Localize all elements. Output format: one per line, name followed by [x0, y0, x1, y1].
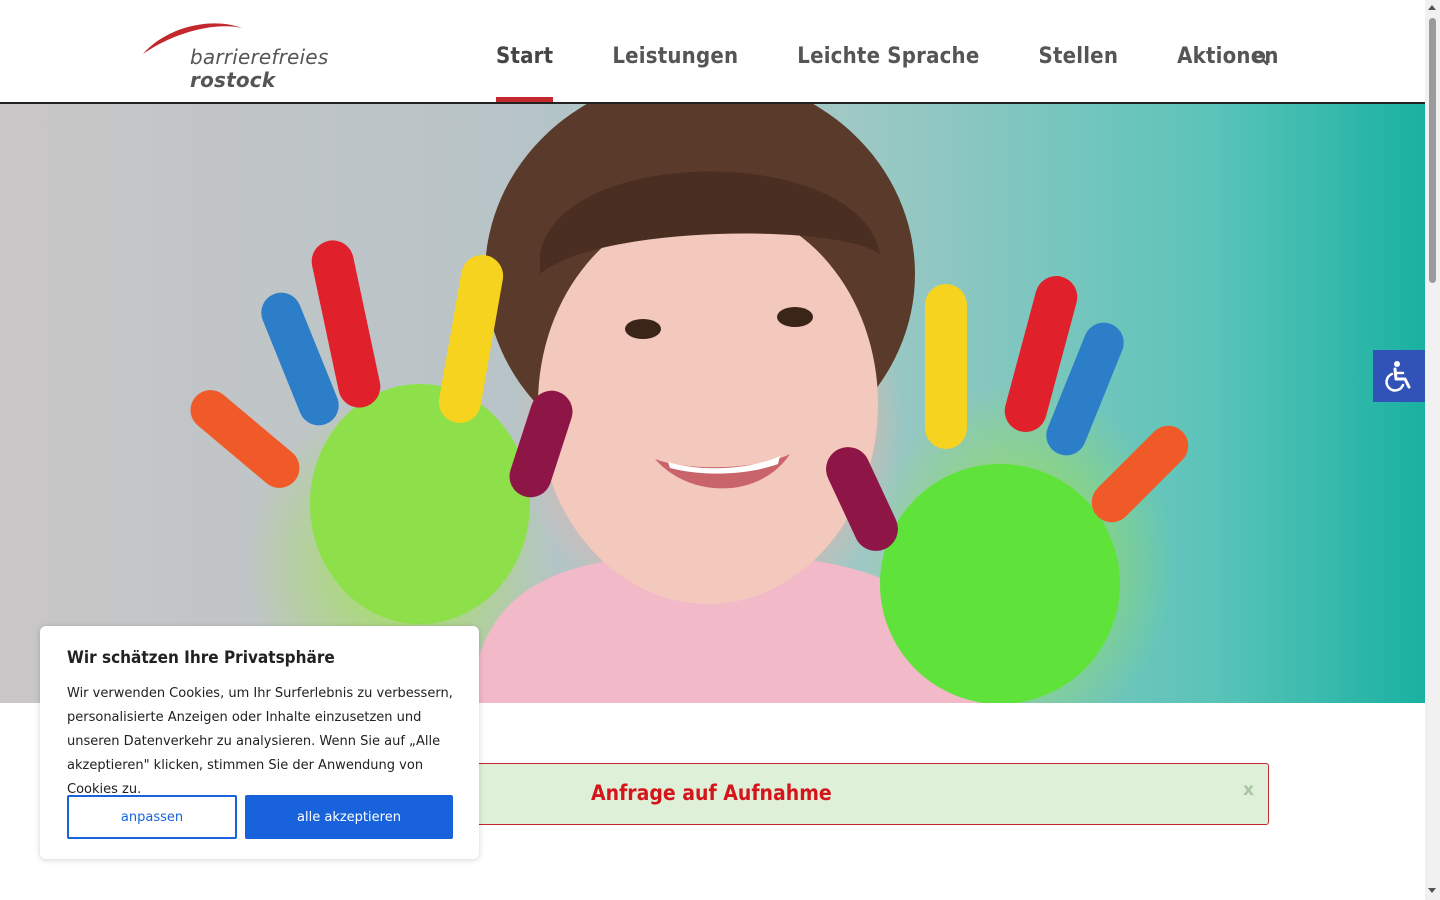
wheelchair-icon: [1385, 361, 1411, 392]
scroll-up-arrow-icon[interactable]: [1428, 5, 1436, 10]
cookie-accept-all-button[interactable]: alle akzeptieren: [245, 795, 453, 839]
cookie-consent-panel: Wir schätzen Ihre Privatsphäre Wir verwe…: [40, 626, 479, 859]
cookie-description: Wir verwenden Cookies, um Ihr Surferlebn…: [67, 686, 453, 797]
main-nav: Start Leistungen Leichte Sprache Stellen…: [496, 44, 1338, 102]
cookie-customize-button[interactable]: anpassen: [67, 795, 237, 839]
nav-item-stellen[interactable]: Stellen: [1038, 44, 1118, 102]
nav-item-start[interactable]: Start: [496, 44, 554, 102]
cookie-title: Wir schätzen Ihre Privatsphäre: [67, 648, 335, 668]
site-logo[interactable]: barrierefreies rostock: [140, 18, 330, 92]
nav-item-leichte-sprache[interactable]: Leichte Sprache: [797, 44, 979, 102]
logo-line-1: barrierefreies: [190, 45, 329, 69]
scrollbar-thumb[interactable]: [1429, 18, 1436, 283]
hero-image: [0, 104, 1425, 703]
logo-line-2: rostock: [190, 68, 276, 92]
nav-item-leistungen[interactable]: Leistungen: [612, 44, 738, 102]
notice-close-button[interactable]: x: [1243, 780, 1254, 800]
hero-illustration: [190, 104, 1189, 703]
site-header: barrierefreies rostock Start Leistungen …: [0, 0, 1425, 104]
scroll-down-arrow-icon[interactable]: [1428, 888, 1436, 893]
admission-request-notice: Anfrage auf Aufnahme x: [470, 763, 1269, 825]
accessibility-toggle-button[interactable]: [1373, 350, 1425, 402]
notice-link[interactable]: Anfrage auf Aufnahme: [591, 781, 832, 805]
search-icon[interactable]: [1253, 50, 1269, 66]
